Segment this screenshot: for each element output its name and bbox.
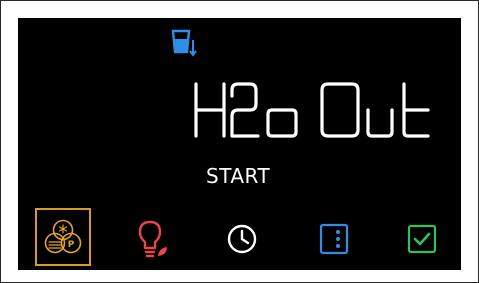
- start-label[interactable]: START: [206, 164, 270, 188]
- checkbox-icon: [407, 224, 437, 254]
- confirm-button[interactable]: [402, 218, 442, 260]
- menu-button[interactable]: [314, 218, 354, 260]
- menu-dots-icon: [319, 223, 349, 255]
- water-out-icon: [170, 28, 198, 60]
- eco-bulb-icon: [138, 220, 167, 258]
- device-frame: H2o Out START: [0, 0, 479, 283]
- status-display: H2o Out: [188, 78, 438, 144]
- eco-light-button[interactable]: [134, 218, 172, 260]
- timer-button[interactable]: [222, 218, 262, 260]
- ice-water-p-icon: P: [44, 219, 82, 254]
- clock-icon: [227, 224, 257, 254]
- control-panel-screen: H2o Out START: [18, 18, 461, 270]
- ice-water-p-button[interactable]: P: [35, 208, 91, 266]
- svg-text:P: P: [68, 240, 75, 250]
